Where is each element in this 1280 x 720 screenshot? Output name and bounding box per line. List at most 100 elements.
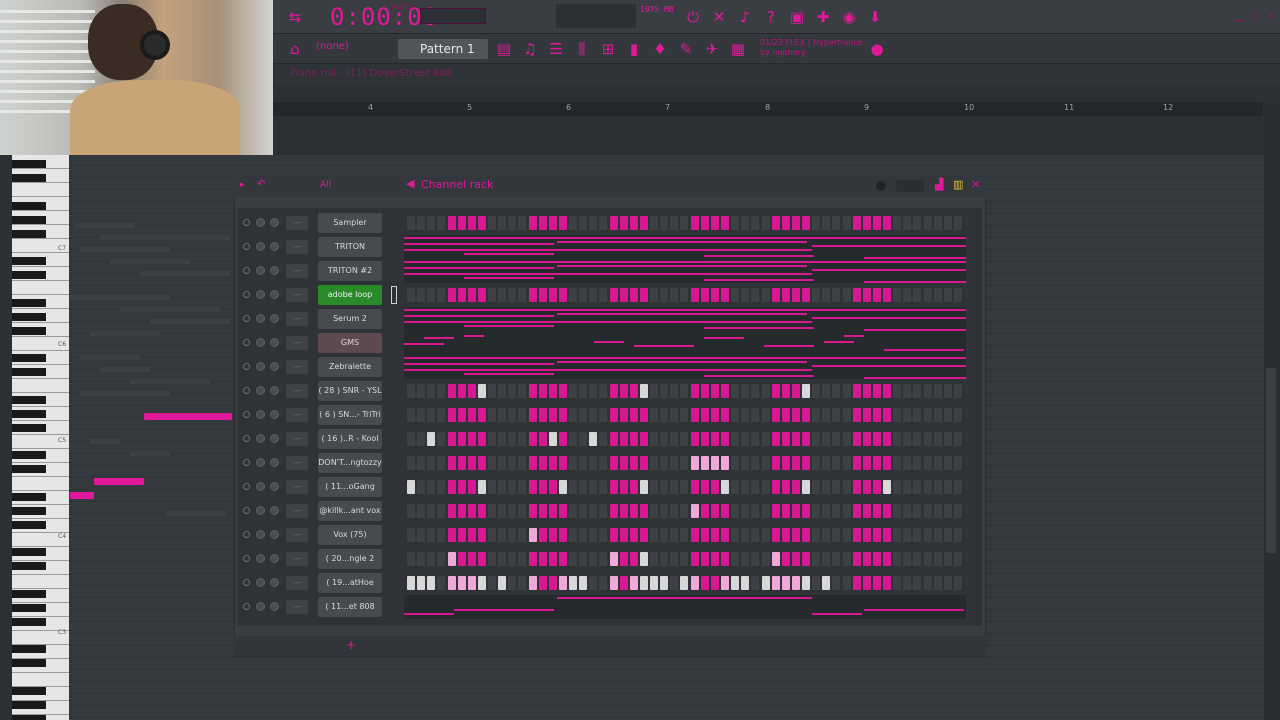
step-button[interactable] [447, 384, 456, 398]
script-icon[interactable]: ✈ [701, 38, 723, 60]
mixer-track-selector[interactable]: --- [286, 264, 308, 278]
step-button[interactable] [508, 528, 517, 542]
step-button[interactable] [609, 432, 618, 446]
step-button[interactable] [903, 288, 912, 302]
step-button[interactable] [548, 576, 557, 590]
step-button[interactable] [558, 552, 567, 566]
step-button[interactable] [528, 216, 537, 230]
step-button[interactable] [680, 528, 689, 542]
step-button[interactable] [822, 480, 831, 494]
step-button[interactable] [609, 480, 618, 494]
step-button[interactable] [883, 528, 891, 542]
step-button[interactable] [528, 576, 537, 590]
piano-roll-note[interactable] [70, 492, 94, 499]
step-button[interactable] [488, 552, 496, 566]
step-button[interactable] [477, 552, 486, 566]
step-button[interactable] [883, 480, 891, 494]
step-button[interactable] [569, 432, 577, 446]
step-button[interactable] [700, 504, 709, 518]
step-button[interactable] [883, 504, 891, 518]
step-button[interactable] [791, 456, 800, 470]
step-button[interactable] [720, 384, 729, 398]
step-button[interactable] [822, 456, 831, 470]
step-button[interactable] [943, 576, 952, 590]
step-button[interactable] [872, 288, 881, 302]
volume-knob[interactable] [270, 602, 279, 611]
step-button[interactable] [731, 552, 740, 566]
step-button[interactable] [943, 288, 952, 302]
step-button[interactable] [781, 432, 790, 446]
step-button[interactable] [650, 576, 659, 590]
step-button[interactable] [518, 456, 527, 470]
step-button[interactable] [467, 528, 476, 542]
step-button[interactable] [933, 432, 942, 446]
step-button[interactable] [913, 552, 922, 566]
step-button[interactable] [518, 504, 527, 518]
step-button[interactable] [508, 480, 517, 494]
step-button[interactable] [528, 384, 537, 398]
step-button[interactable] [893, 576, 902, 590]
step-button[interactable] [589, 384, 598, 398]
step-button[interactable] [781, 288, 790, 302]
step-button[interactable] [700, 528, 709, 542]
step-button[interactable] [741, 384, 750, 398]
step-button[interactable] [467, 480, 476, 494]
step-button[interactable] [751, 408, 760, 422]
step-button[interactable] [447, 552, 456, 566]
step-button[interactable] [923, 408, 932, 422]
step-button[interactable] [619, 216, 628, 230]
volume-knob[interactable] [270, 218, 279, 227]
step-button[interactable] [710, 432, 719, 446]
step-button[interactable] [700, 216, 709, 230]
step-button[interactable] [933, 480, 942, 494]
black-key[interactable] [12, 368, 46, 376]
step-button[interactable] [741, 576, 750, 590]
step-button[interactable] [680, 384, 689, 398]
step-button[interactable] [407, 384, 415, 398]
step-button[interactable] [791, 576, 800, 590]
volume-knob[interactable] [270, 434, 279, 443]
pan-knob[interactable] [256, 242, 265, 251]
step-button[interactable] [700, 576, 709, 590]
step-button[interactable] [923, 456, 932, 470]
step-button[interactable] [660, 216, 669, 230]
step-button[interactable] [599, 552, 608, 566]
step-button[interactable] [477, 504, 486, 518]
step-button[interactable] [599, 408, 608, 422]
step-button[interactable] [710, 528, 719, 542]
step-button[interactable] [771, 216, 780, 230]
step-button[interactable] [862, 456, 871, 470]
step-button[interactable] [761, 216, 770, 230]
step-button[interactable] [953, 384, 962, 398]
step-button[interactable] [477, 288, 486, 302]
mixer-track-selector[interactable]: --- [286, 312, 308, 326]
step-button[interactable] [720, 504, 729, 518]
black-key[interactable] [12, 396, 46, 404]
step-button[interactable] [893, 552, 902, 566]
step-button[interactable] [680, 216, 689, 230]
step-button[interactable] [639, 576, 648, 590]
step-button[interactable] [538, 456, 547, 470]
step-button[interactable] [761, 384, 770, 398]
step-button[interactable] [639, 384, 648, 398]
step-button[interactable] [802, 576, 810, 590]
step-button[interactable] [508, 552, 517, 566]
step-button[interactable] [771, 504, 780, 518]
step-button[interactable] [791, 408, 800, 422]
step-button[interactable] [761, 456, 770, 470]
step-button[interactable] [933, 408, 942, 422]
channel-name-button[interactable]: ( 20...ngle 2 [318, 549, 382, 569]
step-button[interactable] [751, 480, 760, 494]
step-button[interactable] [710, 216, 719, 230]
step-button[interactable] [781, 480, 790, 494]
step-button[interactable] [872, 216, 881, 230]
step-button[interactable] [477, 408, 486, 422]
step-button[interactable] [923, 480, 932, 494]
step-button[interactable] [498, 528, 507, 542]
step-button[interactable] [761, 528, 770, 542]
step-button[interactable] [872, 480, 881, 494]
step-button[interactable] [528, 480, 537, 494]
step-button[interactable] [913, 480, 922, 494]
step-button[interactable] [599, 576, 608, 590]
step-button[interactable] [579, 432, 588, 446]
